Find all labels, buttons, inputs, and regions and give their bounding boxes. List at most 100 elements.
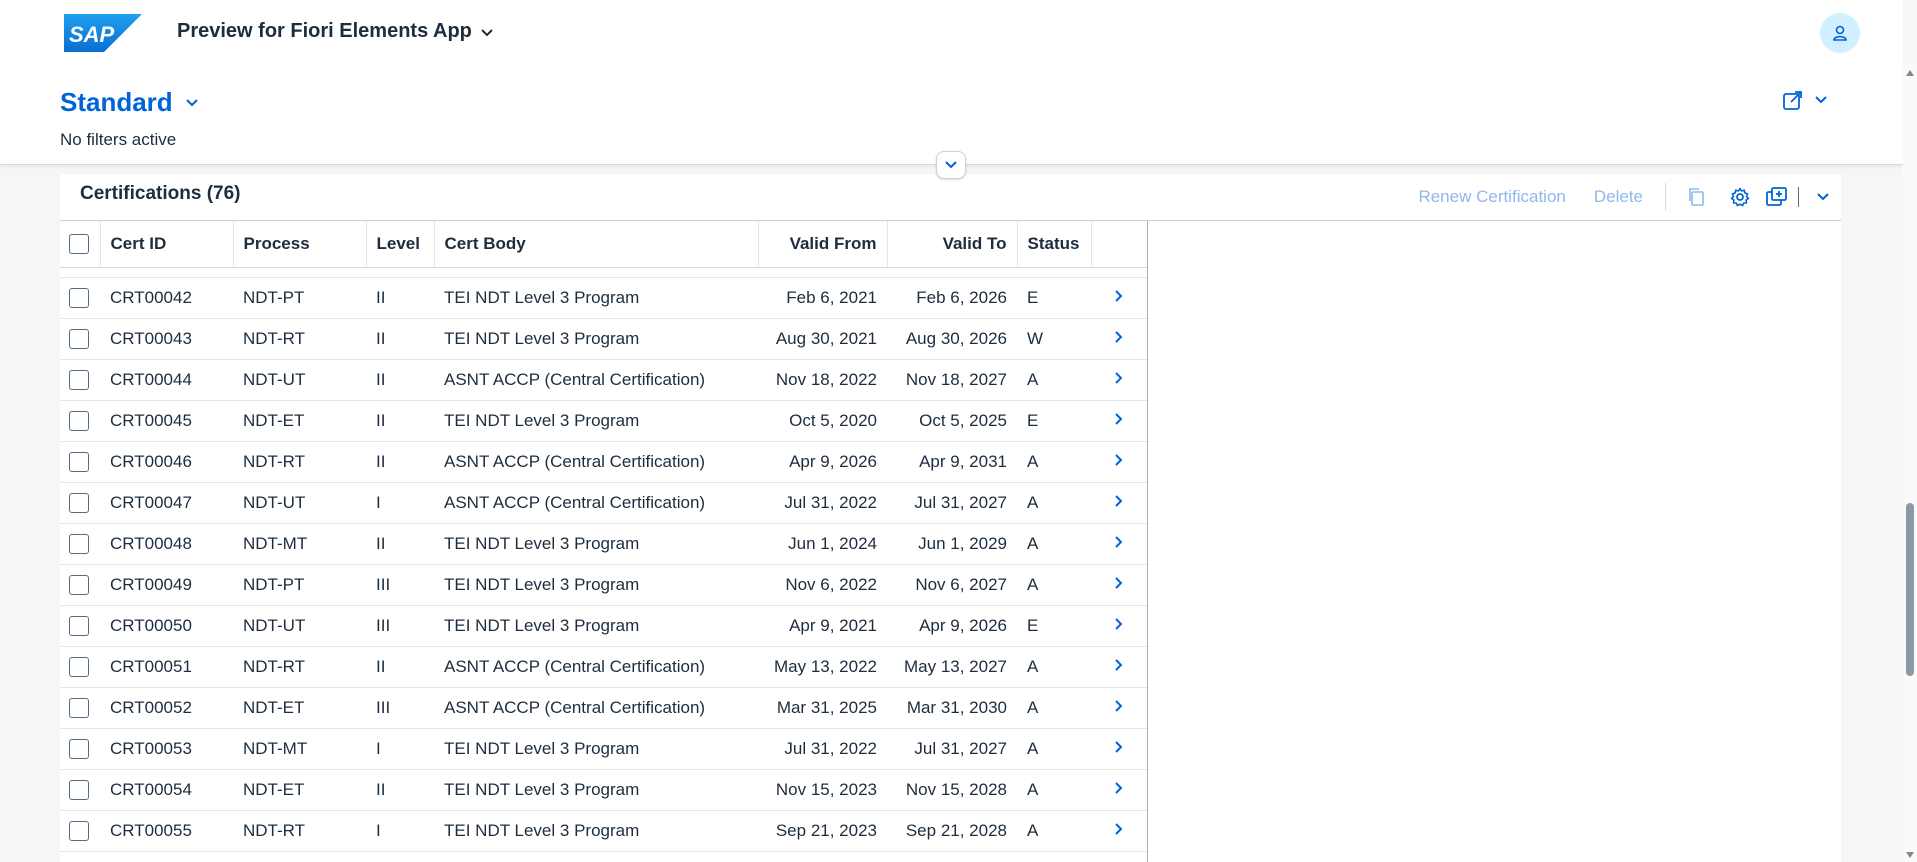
delete-button[interactable]: Delete <box>1580 187 1657 207</box>
chevron-right-icon[interactable] <box>1114 412 1124 426</box>
row-checkbox[interactable] <box>69 574 89 595</box>
row-navigation-cell <box>1091 851 1147 862</box>
cell-status: A <box>1017 728 1091 770</box>
row-checkbox[interactable] <box>69 697 89 718</box>
table-row[interactable]: CRT00050 NDT-UT III TEI NDT Level 3 Program… <box>60 605 1147 647</box>
scroll-down-arrow[interactable] <box>1905 850 1915 860</box>
row-checkbox[interactable] <box>69 492 89 513</box>
row-checkbox[interactable] <box>69 656 89 677</box>
table-row[interactable]: CRT00054 NDT-ET II TEI NDT Level 3 Program N… <box>60 769 1147 811</box>
row-navigation-cell <box>1091 728 1147 770</box>
cell-level: II <box>366 646 434 688</box>
column-header-cert-id[interactable]: Cert ID <box>100 221 234 268</box>
cell-status: A <box>1017 851 1091 862</box>
cell-process: NDT-RT <box>233 851 366 862</box>
row-checkbox[interactable] <box>69 369 89 390</box>
collapse-header-button[interactable] <box>936 151 966 179</box>
chevron-right-icon[interactable] <box>1114 289 1124 303</box>
chevron-right-icon[interactable] <box>1114 822 1124 836</box>
cell-cert-body: TEI NDT Level 3 Program <box>434 318 758 360</box>
column-header-valid-to[interactable]: Valid To <box>887 221 1018 268</box>
cell-status: E <box>1017 277 1091 319</box>
chevron-right-icon[interactable] <box>1114 699 1124 713</box>
select-all-cell <box>60 221 101 268</box>
column-header-cert-body[interactable]: Cert Body <box>434 221 759 268</box>
row-navigation-cell <box>1091 810 1147 852</box>
row-navigation-cell <box>1091 687 1147 729</box>
column-header-navigation <box>1091 221 1147 268</box>
table-row[interactable]: CRT00051 NDT-RT II ASNT ACCP (Central Certi… <box>60 646 1147 688</box>
table-row[interactable]: CRT00045 NDT-ET II TEI NDT Level 3 Program O… <box>60 400 1147 442</box>
select-all-checkbox[interactable] <box>69 234 89 254</box>
row-navigation-cell <box>1091 769 1147 811</box>
table-row[interactable]: CRT00042 NDT-PT II TEI NDT Level 3 Program F… <box>60 277 1147 319</box>
export-button[interactable] <box>1762 179 1792 215</box>
certifications-table-panel: Certifications (76) Renew Certification … <box>60 174 1841 862</box>
row-checkbox[interactable] <box>69 738 89 759</box>
triangle-down-icon <box>1906 852 1914 858</box>
column-header-valid-from[interactable]: Valid From <box>758 221 888 268</box>
column-header-process[interactable]: Process <box>233 221 367 268</box>
table-row[interactable]: CRT00046 NDT-RT II ASNT ACCP (Central Certi… <box>60 441 1147 483</box>
chevron-right-icon[interactable] <box>1114 494 1124 508</box>
cell-process: NDT-UT <box>233 359 366 401</box>
cell-status: A <box>1017 359 1091 401</box>
row-checkbox[interactable] <box>69 533 89 554</box>
cell-cert-body: ASNT ACCP (Central Certification) <box>434 687 758 729</box>
cell-cert-id: CRT00043 <box>100 318 233 360</box>
scroll-up-arrow[interactable] <box>1905 68 1915 78</box>
table-row[interactable]: CRT00047 NDT-UT I ASNT ACCP (Central Certif… <box>60 482 1147 524</box>
chevron-right-icon[interactable] <box>1114 330 1124 344</box>
table-row[interactable]: CRT00053 NDT-MT I TEI NDT Level 3 Program Ju… <box>60 728 1147 770</box>
renew-certification-button[interactable]: Renew Certification <box>1404 187 1579 207</box>
row-checkbox[interactable] <box>69 410 89 431</box>
user-avatar[interactable] <box>1820 13 1860 53</box>
cell-process: NDT-ET <box>233 769 366 811</box>
cell-status: A <box>1017 810 1091 852</box>
table-row[interactable]: CRT00049 NDT-PT III TEI NDT Level 3 Program… <box>60 564 1147 606</box>
chevron-right-icon[interactable] <box>1114 371 1124 385</box>
row-checkbox[interactable] <box>69 820 89 841</box>
chevron-right-icon[interactable] <box>1114 453 1124 467</box>
share-button[interactable] <box>1782 89 1828 111</box>
table-row[interactable]: CRT00052 NDT-ET III ASNT ACCP (Central Cert… <box>60 687 1147 729</box>
row-checkbox[interactable] <box>69 779 89 800</box>
row-navigation-cell <box>1091 277 1147 319</box>
cell-process: NDT-RT <box>233 810 366 852</box>
row-checkbox[interactable] <box>69 328 89 349</box>
chevron-right-icon[interactable] <box>1114 576 1124 590</box>
export-menu-button[interactable] <box>1805 179 1841 215</box>
cell-process: NDT-PT <box>233 277 366 319</box>
table-settings-button[interactable] <box>1718 179 1762 215</box>
table-row[interactable]: CRT00056NDT-RTIIITEI NDT Level 3 Program… <box>60 851 1147 862</box>
row-checkbox[interactable] <box>69 287 89 308</box>
chevron-right-icon[interactable] <box>1114 740 1124 754</box>
cell-process: NDT-RT <box>233 318 366 360</box>
column-header-level[interactable]: Level <box>366 221 435 268</box>
table-row[interactable]: CRT00043 NDT-RT II TEI NDT Level 3 Program A… <box>60 318 1147 360</box>
cell-level: II <box>366 318 434 360</box>
copy-button[interactable] <box>1674 179 1718 215</box>
chevron-right-icon[interactable] <box>1114 658 1124 672</box>
cell-valid-to: Aug 30, 2026 <box>887 318 1017 360</box>
page-header: Standard No filters active <box>0 64 1903 165</box>
variant-management[interactable]: Standard <box>60 87 199 118</box>
table-row[interactable]: CRT00044 NDT-UT II ASNT ACCP (Central Certi… <box>60 359 1147 401</box>
chevron-right-icon[interactable] <box>1114 535 1124 549</box>
chevron-right-icon[interactable] <box>1114 781 1124 795</box>
cell-level: III <box>366 851 434 862</box>
chevron-right-icon[interactable] <box>1114 617 1124 631</box>
cell-cert-id: CRT00056 <box>100 851 233 862</box>
app-title-menu[interactable]: Preview for Fiori Elements App <box>177 20 494 43</box>
table-row[interactable]: CRT00055 NDT-RT I TEI NDT Level 3 Program Se… <box>60 810 1147 852</box>
scrollbar-thumb[interactable] <box>1906 503 1914 676</box>
cell-level: II <box>366 523 434 565</box>
page-scrollbar[interactable] <box>1903 64 1917 862</box>
sap-logo[interactable]: SAP <box>64 14 142 52</box>
cell-process: NDT-MT <box>233 523 366 565</box>
row-checkbox[interactable] <box>69 615 89 636</box>
cell-level: II <box>366 441 434 483</box>
column-header-status[interactable]: Status <box>1017 221 1092 268</box>
table-row[interactable]: CRT00048 NDT-MT II TEI NDT Level 3 Program J… <box>60 523 1147 565</box>
row-checkbox[interactable] <box>69 451 89 472</box>
